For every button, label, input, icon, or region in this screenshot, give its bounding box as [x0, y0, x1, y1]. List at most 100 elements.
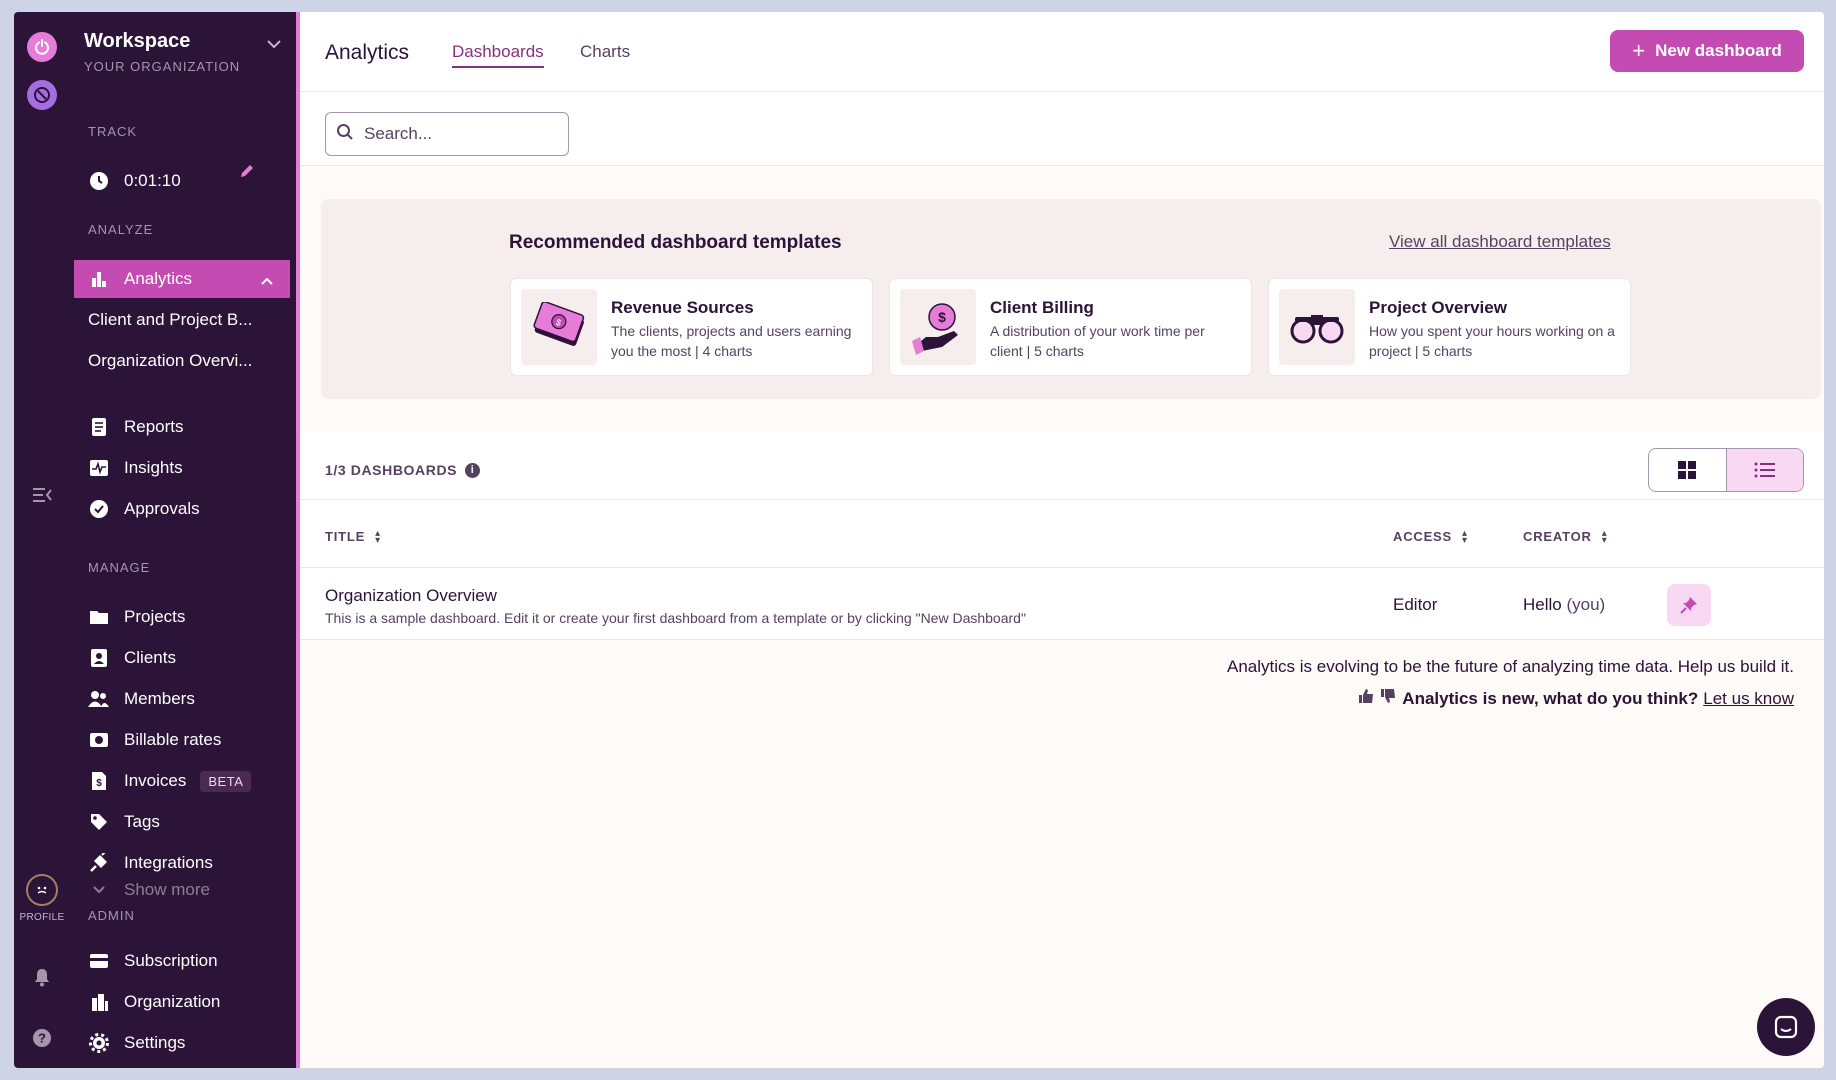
recommended-templates: Recommended dashboard templates View all…: [321, 199, 1821, 399]
sidebar-item-label: Reports: [124, 417, 184, 436]
info-icon[interactable]: i: [465, 462, 481, 478]
sidebar-item-organization[interactable]: Organization: [74, 983, 290, 1021]
sidebar-item-label: Members: [124, 689, 195, 708]
template-card-client-billing[interactable]: $ Client Billing A distribution of your …: [889, 278, 1252, 376]
template-name: Revenue Sources: [611, 298, 754, 317]
timer-display[interactable]: 0:01:10: [74, 162, 290, 200]
pulse-chart-icon: [88, 457, 110, 479]
dashboard-description: This is a sample dashboard. Edit it or c…: [325, 610, 1026, 626]
section-heading-manage: MANAGE: [88, 560, 151, 575]
sidebar-item-label: Clients: [124, 648, 176, 667]
power-icon[interactable]: [27, 32, 57, 62]
sort-icon: ▴ ▾: [1461, 527, 1468, 546]
new-dashboard-label: New dashboard: [1655, 41, 1782, 60]
avatar: [25, 874, 58, 906]
dashboard-title: Organization Overview: [325, 586, 497, 605]
column-header-creator[interactable]: CREATOR ▴ ▾: [1523, 528, 1608, 545]
sidebar-item-approvals[interactable]: Approvals: [74, 490, 290, 528]
beta-badge: BETA: [200, 770, 252, 792]
sidebar-item-analytics[interactable]: Analytics: [74, 260, 290, 298]
dashboard-creator: Hello (you): [1523, 595, 1605, 615]
sidebar-item-label: Invoices: [124, 771, 187, 790]
collapse-sidebar-icon[interactable]: [31, 486, 53, 509]
chevron-up-icon: [260, 271, 274, 291]
sidebar-item-reports[interactable]: Reports: [74, 408, 290, 446]
let-us-know-link[interactable]: Let us know: [1703, 689, 1794, 709]
new-dashboard-button[interactable]: + New dashboard: [1610, 30, 1804, 72]
sidebar-item-label: Integrations: [124, 853, 213, 872]
timer-app-icon[interactable]: [27, 80, 57, 110]
section-heading-track: TRACK: [88, 124, 138, 139]
chevron-down-icon[interactable]: [266, 36, 282, 54]
app-window: PROFILE ? Workspace YOUR ORGANIZATION TR…: [14, 12, 1824, 1068]
sidebar-item-members[interactable]: Members: [74, 680, 290, 718]
document-icon: [88, 416, 110, 438]
column-header-access[interactable]: ACCESS ▴ ▾: [1393, 527, 1468, 546]
section-heading-analyze: ANALYZE: [88, 222, 154, 237]
sidebar-item-tags[interactable]: Tags: [74, 803, 290, 841]
template-description: How you spent your hours working on a pr…: [1369, 323, 1615, 359]
help-icon[interactable]: ?: [32, 1028, 52, 1053]
list-icon: [1754, 462, 1775, 478]
column-creator-label: CREATOR: [1523, 529, 1592, 544]
thumbs-up-icon[interactable]: [1358, 688, 1374, 709]
sidebar-item-client-project[interactable]: Client and Project B...: [74, 301, 290, 339]
workspace-subtitle: YOUR ORGANIZATION: [84, 59, 241, 74]
tab-dashboards[interactable]: Dashboards: [452, 42, 544, 68]
sidebar-item-label: Organization Overvi...: [88, 351, 253, 370]
feedback-question: Analytics is new, what do you think?: [1402, 688, 1699, 708]
template-card-revenue-sources[interactable]: $ Revenue Sources The clients, projects …: [510, 278, 873, 376]
sidebar-item-projects[interactable]: Projects: [74, 598, 290, 636]
pin-icon: [1680, 597, 1697, 614]
pin-button[interactable]: [1667, 584, 1711, 626]
list-view-button[interactable]: [1725, 449, 1803, 491]
tab-charts[interactable]: Charts: [580, 42, 630, 66]
sidebar-item-invoices[interactable]: $ Invoices BETA: [74, 762, 290, 800]
plus-icon: +: [1632, 38, 1646, 63]
sidebar-item-show-more[interactable]: Show more: [74, 876, 290, 904]
feedback-prompt: Analytics is new, what do you think? Let…: [1358, 688, 1794, 709]
template-name: Client Billing: [990, 298, 1094, 317]
search-icon: [336, 123, 354, 146]
coin-icon: [88, 729, 110, 751]
profile-button[interactable]: PROFILE: [20, 874, 65, 923]
template-name: Project Overview: [1369, 298, 1507, 317]
coin-hand-icon: $: [900, 289, 976, 365]
creator-name: Hello: [1523, 595, 1562, 614]
binoculars-icon: [1279, 289, 1355, 365]
sidebar-item-label: Client and Project B...: [88, 310, 253, 329]
page-title: Analytics: [325, 41, 410, 64]
column-access-label: ACCESS: [1393, 529, 1452, 544]
view-all-templates-link[interactable]: View all dashboard templates: [1389, 232, 1611, 252]
view-toggle: [1648, 448, 1804, 492]
table-row[interactable]: Organization Overview This is a sample d…: [300, 568, 1824, 640]
column-header-title[interactable]: TITLE ▴ ▾: [325, 527, 381, 546]
sidebar-item-billable-rates[interactable]: Billable rates: [74, 721, 290, 759]
sidebar-item-insights[interactable]: Insights: [74, 449, 290, 487]
search-box[interactable]: [325, 112, 569, 156]
folder-icon: [88, 606, 110, 628]
credit-card-icon: [88, 950, 110, 972]
chat-icon: [1774, 1015, 1798, 1039]
timer-value: 0:01:10: [124, 171, 181, 190]
sidebar-item-organization-overview[interactable]: Organization Overvi...: [74, 342, 290, 380]
grid-view-button[interactable]: [1649, 449, 1726, 491]
contact-card-icon: [88, 647, 110, 669]
sort-icon: ▴ ▾: [375, 527, 381, 546]
svg-text:$: $: [938, 309, 946, 325]
dashboards-count: 1/3 DASHBOARDS i: [325, 462, 481, 478]
bell-icon[interactable]: [33, 967, 51, 992]
creator-suffix: (you): [1566, 595, 1606, 614]
sidebar-item-clients[interactable]: Clients: [74, 639, 290, 677]
workspace-switcher[interactable]: Workspace YOUR ORGANIZATION: [84, 30, 240, 74]
thumbs-down-icon[interactable]: [1380, 688, 1396, 709]
column-title-label: TITLE: [325, 529, 366, 544]
section-heading-admin: ADMIN: [88, 908, 135, 923]
sidebar-item-subscription[interactable]: Subscription: [74, 942, 290, 980]
pencil-icon[interactable]: [238, 162, 256, 185]
search-input[interactable]: [364, 124, 554, 144]
template-card-project-overview[interactable]: Project Overview How you spent your hour…: [1268, 278, 1631, 376]
chat-support-button[interactable]: [1757, 998, 1815, 1056]
sidebar-item-settings[interactable]: Settings: [74, 1024, 290, 1062]
sidebar-item-label: Subscription: [124, 951, 218, 970]
